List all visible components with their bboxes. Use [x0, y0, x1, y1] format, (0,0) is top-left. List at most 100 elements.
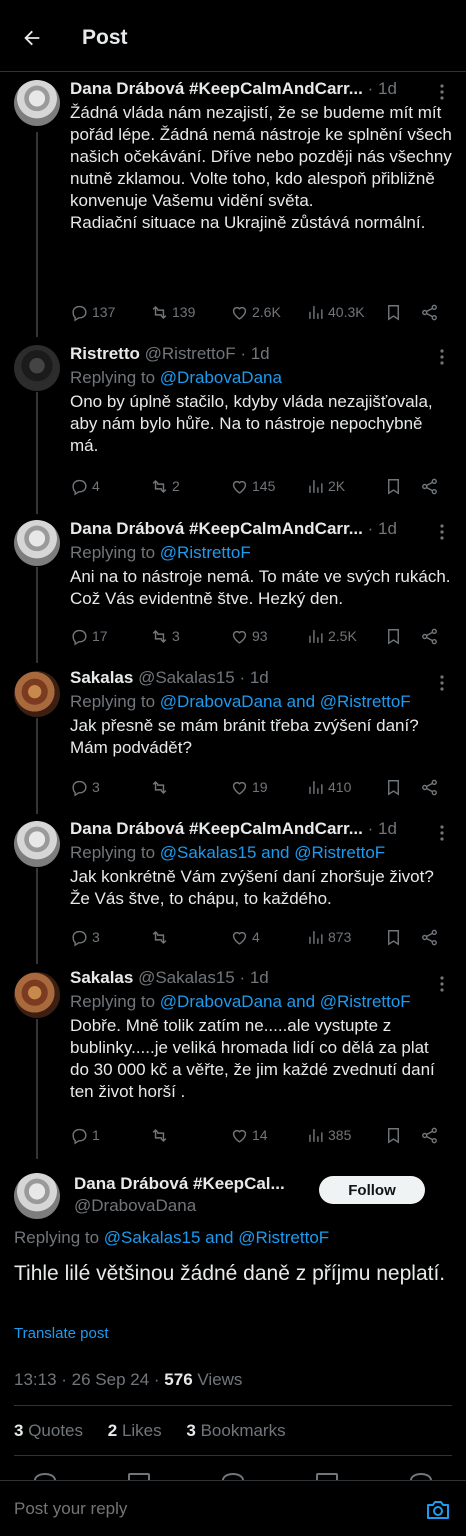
divider [14, 1405, 452, 1406]
views-button[interactable]: 40.3K [306, 301, 365, 323]
bookmark-icon [388, 929, 399, 946]
share-button[interactable] [420, 926, 442, 948]
views-button[interactable]: 385 [306, 1124, 351, 1146]
like-button[interactable]: 145 [230, 475, 275, 497]
views-button[interactable]: 410 [306, 776, 351, 798]
avatar[interactable] [14, 80, 60, 126]
back-arrow-icon[interactable] [18, 24, 46, 52]
author-name[interactable]: Sakalas [70, 968, 133, 987]
likes-link[interactable]: 2 Likes [108, 1421, 172, 1440]
replying-to: Replying to @DrabovaDana [70, 368, 282, 387]
tweet[interactable]: Dana Drábová #KeepCalmAndCarr... · 1d Re… [0, 815, 466, 960]
repost-button[interactable]: 2 [150, 475, 180, 497]
author-handle[interactable]: @RistrettoF [145, 344, 236, 363]
tweet[interactable]: Sakalas @Sakalas15 · 1d Replying to @Dra… [0, 966, 466, 1156]
mention-link[interactable]: @DrabovaDana and @RistrettoF [160, 692, 411, 711]
like-button[interactable]: 19 [230, 776, 268, 798]
reply-icon [72, 930, 87, 947]
mention-link[interactable]: @Sakalas15 and @RistrettoF [160, 843, 385, 862]
repost-button[interactable]: 139 [150, 301, 195, 323]
mention-link[interactable]: @Sakalas15 and @RistrettoF [104, 1228, 329, 1247]
repost-button[interactable]: 3 [150, 625, 180, 647]
author-name[interactable]: Ristretto [70, 344, 140, 363]
views-button[interactable]: 873 [306, 926, 351, 948]
mention-link[interactable]: @DrabovaDana [160, 368, 282, 387]
tweet[interactable]: Dana Drábová #KeepCalmAndCarr... · 1d Žá… [0, 72, 466, 342]
repost-button[interactable] [150, 926, 172, 948]
repost-icon[interactable] [128, 1473, 150, 1480]
mention-link[interactable]: @RistrettoF [160, 543, 251, 562]
share-icon[interactable] [410, 1473, 432, 1480]
tweet[interactable]: Dana Drábová #KeepCalmAndCarr... · 1d Re… [0, 514, 466, 659]
like-button[interactable]: 4 [230, 926, 260, 948]
author-name[interactable]: Dana Drábová #KeepCalmAndCarr... [70, 79, 363, 98]
avatar[interactable] [14, 671, 60, 717]
avatar[interactable] [14, 1173, 60, 1219]
tweet-time: · 1d [367, 519, 397, 538]
bookmarks-link[interactable]: 3 Bookmarks [186, 1421, 295, 1440]
avatar[interactable] [14, 520, 60, 566]
bookmark-button[interactable] [384, 776, 406, 798]
heart-icon [232, 1129, 247, 1143]
bookmark-button[interactable] [384, 475, 406, 497]
bookmark-button[interactable] [384, 926, 406, 948]
views-count: 385 [328, 1127, 352, 1143]
mention-link[interactable]: @DrabovaDana and @RistrettoF [160, 992, 411, 1011]
repost-button[interactable] [150, 1124, 172, 1146]
like-button[interactable]: 14 [230, 1124, 268, 1146]
author-name[interactable]: Dana Drábová #KeepCalmAndCarr... [70, 819, 363, 838]
share-button[interactable] [420, 301, 442, 323]
page-title: Post [82, 26, 128, 49]
share-button[interactable] [420, 475, 442, 497]
divider [14, 1455, 452, 1456]
author-name[interactable]: Dana Drábová #KeepCalmAndCarr... [70, 519, 363, 538]
author-handle[interactable]: @Sakalas15 [138, 968, 235, 987]
like-count: 93 [252, 628, 268, 644]
share-button[interactable] [420, 1124, 442, 1146]
bookmark-icon [388, 628, 399, 645]
views-button[interactable]: 2.5K [306, 625, 357, 647]
author-handle[interactable]: @Sakalas15 [138, 668, 235, 687]
share-button[interactable] [420, 625, 442, 647]
repost-button[interactable] [150, 776, 172, 798]
repost-count: 2 [172, 478, 180, 494]
reply-button[interactable]: 4 [70, 475, 100, 497]
reply-button[interactable]: 17 [70, 625, 108, 647]
repost-icon [152, 305, 167, 319]
author-name[interactable]: Sakalas [70, 668, 133, 687]
tweet[interactable]: Sakalas @Sakalas15 · 1d Replying to @Dra… [0, 665, 466, 810]
bookmark-icon[interactable] [316, 1473, 338, 1480]
avatar[interactable] [14, 345, 60, 391]
follow-button[interactable]: Follow [319, 1176, 425, 1204]
views-button[interactable]: 2K [306, 475, 345, 497]
tweet-time: · 1d [367, 819, 397, 838]
bookmark-button[interactable] [384, 1124, 406, 1146]
like-count: 2.6K [252, 304, 281, 320]
author-name[interactable]: Dana Drábová #KeepCal... [74, 1174, 285, 1194]
reply-button[interactable]: 3 [70, 776, 100, 798]
reply-input[interactable] [14, 1499, 394, 1519]
bookmark-button[interactable] [384, 301, 406, 323]
avatar[interactable] [14, 972, 60, 1018]
bookmark-button[interactable] [384, 625, 406, 647]
quotes-link[interactable]: 3 Quotes [14, 1421, 93, 1440]
like-button[interactable]: 2.6K [230, 301, 281, 323]
author-handle[interactable]: @DrabovaDana [74, 1196, 196, 1216]
reply-button[interactable]: 137 [70, 301, 115, 323]
reply-button[interactable]: 1 [70, 1124, 100, 1146]
tweet-text: Jak přesně se mám bránit třeba zvýšení d… [70, 716, 419, 757]
avatar[interactable] [14, 821, 60, 867]
views-count: 576 [164, 1370, 193, 1389]
like-button[interactable]: 93 [230, 625, 268, 647]
share-button[interactable] [420, 776, 442, 798]
translate-link[interactable]: Translate post [14, 1325, 109, 1342]
camera-icon[interactable] [425, 1497, 451, 1523]
replying-to: Replying to @Sakalas15 and @RistrettoF [70, 843, 386, 862]
tweet[interactable]: Ristretto @RistrettoF · 1d Replying to @… [0, 339, 466, 509]
tweet-text: Ani na to nástroje nemá. To máte ve svýc… [70, 567, 451, 608]
heart-icon[interactable] [222, 1473, 244, 1480]
reply-icon[interactable] [34, 1473, 56, 1480]
share-icon [422, 304, 437, 320]
reply-composer [0, 1480, 466, 1536]
reply-button[interactable]: 3 [70, 926, 100, 948]
